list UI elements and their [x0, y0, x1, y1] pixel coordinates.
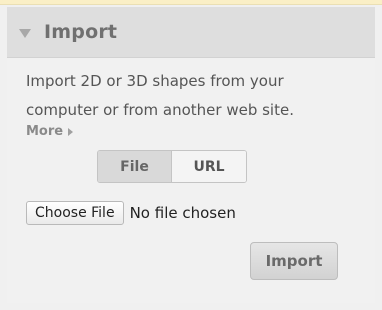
toggle-file-button[interactable]: File — [98, 151, 172, 182]
caret-right-icon — [68, 127, 74, 136]
panel-header[interactable]: Import — [7, 7, 375, 58]
source-toggle: File URL — [97, 150, 247, 183]
more-link-label[interactable]: More — [26, 124, 63, 139]
panel-title: Import — [44, 21, 118, 43]
toggle-url-button[interactable]: URL — [172, 151, 246, 182]
file-status-text: No file chosen — [129, 204, 236, 222]
top-notification-strip — [0, 0, 382, 5]
import-description: Import 2D or 3D shapes from your compute… — [26, 72, 294, 119]
import-button[interactable]: Import — [250, 242, 338, 280]
more-link[interactable]: More — [26, 124, 74, 139]
file-input-row: Choose File No file chosen — [26, 200, 236, 226]
choose-file-button[interactable]: Choose File — [26, 201, 124, 225]
triangle-down-icon[interactable] — [19, 28, 31, 38]
